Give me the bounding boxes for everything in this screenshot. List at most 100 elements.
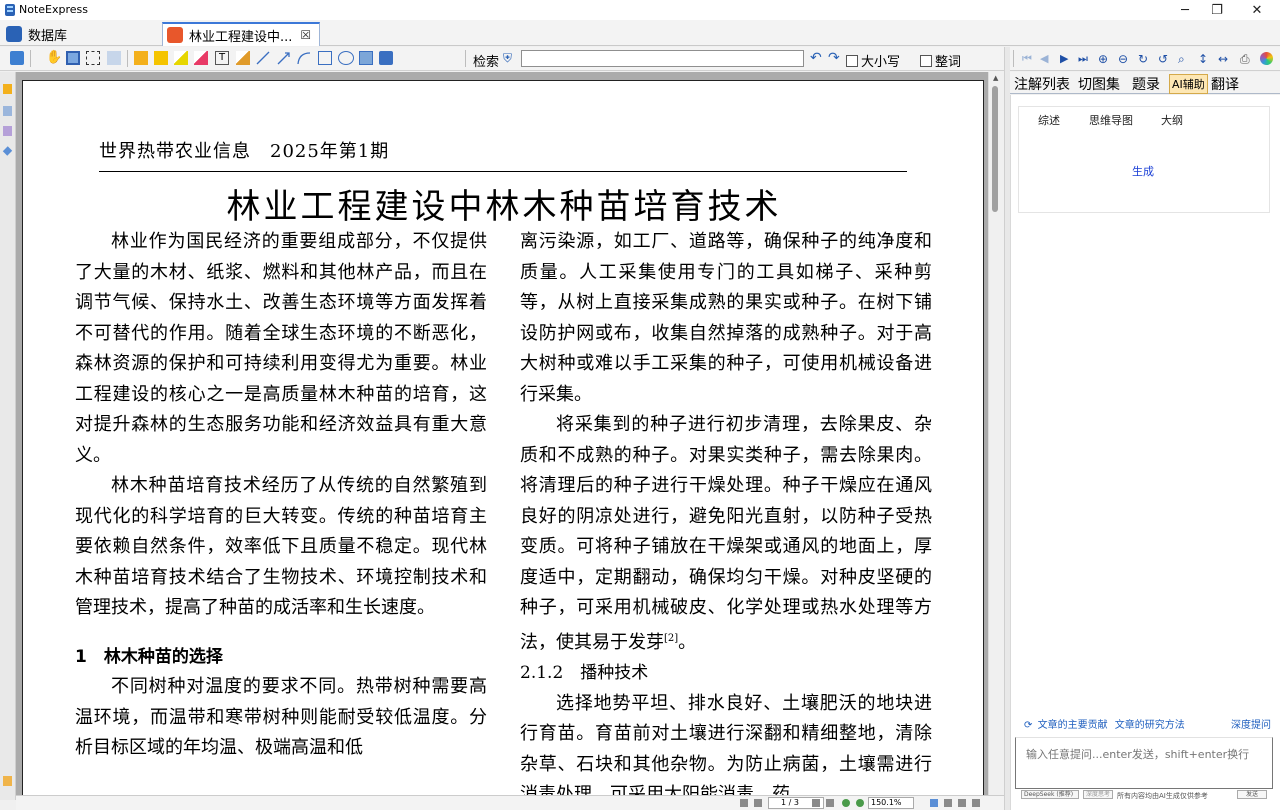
send-button[interactable]: 发送	[1237, 790, 1267, 799]
paragraph: 林业作为国民经济的重要组成部分，不仅提供了大量的木材、纸浆、燃料和其他林产品，而…	[75, 231, 487, 466]
zoom-out-icon[interactable]: ⊖	[1118, 52, 1131, 66]
image-tool-icon[interactable]	[359, 51, 373, 65]
tab-translate[interactable]: 翻译	[1209, 74, 1241, 94]
two-page-view-icon[interactable]	[958, 799, 966, 807]
ai-tab-outline[interactable]: 大纲	[1161, 112, 1183, 128]
tab-ai-assist[interactable]: AI辅助	[1169, 74, 1208, 94]
last-page-icon[interactable]: ⏭	[1078, 52, 1091, 65]
zoom-in-icon[interactable]	[856, 799, 864, 807]
close-window-button[interactable]: ✕	[1238, 0, 1276, 20]
separator	[1013, 50, 1014, 67]
citation[interactable]: [2]	[664, 633, 678, 644]
tab-bibliography[interactable]: 题录	[1130, 74, 1162, 94]
whole-word-checkbox[interactable]: 整词	[920, 51, 961, 70]
curve-tool-icon[interactable]	[297, 51, 311, 65]
zoom-out-icon[interactable]	[842, 799, 850, 807]
rectangle-tool-icon[interactable]	[318, 51, 332, 65]
deep-think-toggle[interactable]: 深度思考	[1083, 790, 1113, 799]
layers-icon[interactable]	[2, 146, 13, 156]
refresh-icon[interactable]: ⟳	[1024, 720, 1032, 731]
paragraph: 林木种苗培育技术经历了从传统的自然繁殖到现代化的科学培育的巨大转变。传统的种苗培…	[75, 475, 487, 618]
last-page-icon[interactable]	[826, 799, 834, 807]
suggested-questions: ⟳ 文章的主要贡献 文章的研究方法	[1024, 716, 1185, 731]
thumbnail-icon[interactable]	[3, 106, 12, 116]
highlighter-icon[interactable]	[174, 51, 188, 65]
separator	[30, 50, 31, 67]
subsection-heading: 2.1.2 播种技术	[520, 663, 649, 683]
eraser-icon[interactable]	[194, 51, 208, 65]
ai-tab-summary[interactable]: 综述	[1038, 112, 1060, 128]
pdf-toolbar: ✋ T 检索 ⛨ ↶ ↷ 大小写 整词	[0, 47, 1005, 71]
hand-tool-icon[interactable]: ✋	[46, 51, 62, 65]
tab-annotation-list[interactable]: 注解列表	[1012, 74, 1072, 94]
generate-button[interactable]: 生成	[1132, 163, 1154, 179]
checkbox-box[interactable]	[920, 54, 932, 67]
bookmark-icon[interactable]	[3, 84, 12, 94]
snapshot-icon[interactable]	[107, 51, 121, 65]
checkbox-box[interactable]	[846, 54, 858, 67]
prev-page-icon[interactable]	[754, 799, 762, 807]
zoom-level[interactable]: 150.1%	[868, 797, 914, 809]
database-icon	[6, 26, 22, 42]
tab-database[interactable]: 数据库	[2, 22, 157, 46]
print-icon[interactable]: ⎙	[1240, 52, 1253, 66]
scroll-up-icon[interactable]: ▲	[993, 74, 998, 82]
paragraph: 离污染源，如工厂、道路等，确保种子的纯净度和质量。人工采集使用专门的工具如梯子、…	[520, 231, 932, 405]
tab-pdf-label: 林业工程建设中...	[189, 29, 293, 45]
pencil-icon[interactable]	[236, 51, 250, 65]
disclaimer-text: 所有内容均由AI生成仅供参考	[1117, 792, 1208, 800]
separator	[465, 50, 466, 67]
continuous-view-icon[interactable]	[944, 799, 952, 807]
arrow-tool-icon[interactable]	[277, 51, 291, 65]
pdf-viewer[interactable]: 世界热带农业信息 2025年第1期 林业工程建设中林木种苗培育技术 林业作为国民…	[16, 72, 1004, 795]
note-icon[interactable]	[134, 51, 148, 65]
color-picker-icon[interactable]	[1260, 52, 1273, 65]
first-page-icon[interactable]: ⏮	[1022, 52, 1035, 65]
paragraph-with-citation: 将采集到的种子进行初步清理，去除果皮、杂质和不成熟的种子。对果实类种子，需去除果…	[520, 410, 932, 658]
ai-tab-mindmap[interactable]: 思维导图	[1089, 112, 1133, 128]
first-page-icon[interactable]	[740, 799, 748, 807]
deep-question-link[interactable]: 深度提问	[1231, 716, 1271, 731]
region-select-icon[interactable]	[86, 51, 100, 65]
line-tool-icon[interactable]	[256, 51, 270, 65]
tab-clip-gallery[interactable]: 切图集	[1076, 74, 1122, 94]
pin-icon[interactable]	[3, 776, 12, 786]
maximize-button[interactable]: ❐	[1198, 0, 1236, 20]
fit-height-icon[interactable]: ↕	[1198, 52, 1211, 66]
outline-icon[interactable]	[10, 51, 24, 65]
zoom-in-icon[interactable]: ⊕	[1098, 52, 1111, 66]
text-box-icon[interactable]: T	[215, 51, 229, 65]
search-next-icon[interactable]: ↷	[828, 50, 840, 66]
search-input[interactable]	[521, 50, 804, 67]
annotation-list-icon[interactable]	[3, 126, 12, 136]
scrollbar-thumb[interactable]	[992, 86, 998, 212]
document-tab-bar: 数据库 林业工程建设中... ☒	[0, 20, 1280, 46]
next-page-icon[interactable]: ▶	[1060, 52, 1073, 65]
suggestion-link[interactable]: 文章的研究方法	[1115, 720, 1185, 731]
sticky-note-icon[interactable]	[154, 51, 168, 65]
next-page-icon[interactable]	[812, 799, 820, 807]
match-case-checkbox[interactable]: 大小写	[846, 51, 900, 70]
find-icon[interactable]: ⌕	[1178, 52, 1191, 66]
suggestion-link[interactable]: 文章的主要贡献	[1038, 720, 1108, 731]
prev-page-icon[interactable]: ◀	[1040, 52, 1053, 65]
grid-view-icon[interactable]	[972, 799, 980, 807]
rotate-left-icon[interactable]: ↺	[1158, 52, 1171, 66]
tab-close-icon[interactable]: ☒	[300, 28, 311, 42]
binoculars-icon[interactable]: ⛨	[503, 51, 512, 66]
ellipse-tool-icon[interactable]	[338, 51, 354, 65]
window-title: NoteExpress	[19, 3, 88, 16]
model-select[interactable]: DeepSeek (推荐)	[1021, 790, 1079, 799]
tab-database-label: 数据库	[28, 28, 68, 44]
select-tool-icon[interactable]	[66, 51, 80, 65]
search-prev-icon[interactable]: ↶	[810, 50, 822, 66]
fit-width-icon[interactable]: ↔	[1218, 52, 1231, 66]
pdf-page[interactable]: 世界热带农业信息 2025年第1期 林业工程建设中林木种苗培育技术 林业作为国民…	[22, 80, 984, 795]
tab-pdf-document[interactable]: 林业工程建设中... ☒	[162, 22, 320, 46]
section-heading: 1 林木种苗的选择	[75, 646, 223, 667]
rotate-right-icon[interactable]: ↻	[1138, 52, 1151, 66]
translate-tool-icon[interactable]	[379, 51, 393, 65]
single-page-view-icon[interactable]	[930, 799, 938, 807]
ai-question-input[interactable]	[1015, 737, 1273, 789]
whole-word-label: 整词	[935, 55, 962, 70]
